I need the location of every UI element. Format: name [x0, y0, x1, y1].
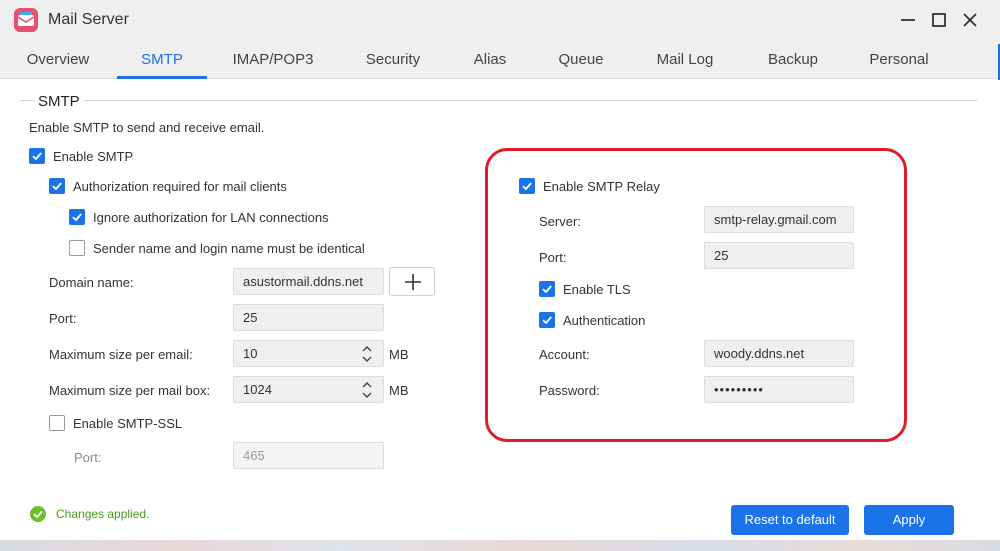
- tab-queue[interactable]: Queue: [548, 44, 614, 79]
- spinner-arrows-icon[interactable]: [361, 379, 373, 401]
- max-mailbox-input[interactable]: 1024: [233, 376, 384, 403]
- max-email-unit: MB: [389, 347, 409, 362]
- relay-account-input[interactable]: woody.ddns.net: [704, 340, 854, 367]
- enable-tls-checkbox[interactable]: [539, 281, 555, 297]
- enable-tls-label: Enable TLS: [563, 282, 631, 297]
- relay-server-label: Server:: [539, 214, 581, 229]
- auth-required-label: Authorization required for mail clients: [73, 179, 287, 194]
- status-message: Changes applied.: [56, 507, 150, 521]
- port-input[interactable]: 25: [233, 304, 384, 331]
- smtp-ssl-label: Enable SMTP-SSL: [73, 416, 183, 431]
- enable-smtp-label: Enable SMTP: [53, 149, 134, 164]
- relay-port-label: Port:: [539, 250, 567, 265]
- ignore-lan-checkbox[interactable]: [69, 209, 85, 225]
- apply-button[interactable]: Apply: [864, 505, 954, 535]
- domain-name-input[interactable]: asustormail.ddns.net: [233, 268, 384, 295]
- reset-to-default-button[interactable]: Reset to default: [731, 505, 849, 535]
- title-bar: Mail Server: [0, 0, 1000, 44]
- section-divider: [20, 100, 978, 101]
- sender-identical-checkbox[interactable]: [69, 240, 85, 256]
- smtp-ssl-checkbox[interactable]: [49, 415, 65, 431]
- tab-alias[interactable]: Alias: [460, 44, 520, 79]
- taskbar-strip: [0, 540, 1000, 551]
- max-email-label: Maximum size per email:: [49, 347, 193, 362]
- tab-imap-pop3[interactable]: IMAP/POP3: [222, 44, 324, 79]
- spinner-arrows-icon[interactable]: [361, 343, 373, 365]
- check-circle-icon: [30, 506, 46, 522]
- enable-relay-label: Enable SMTP Relay: [543, 179, 660, 194]
- enable-smtp-checkbox[interactable]: [29, 148, 45, 164]
- authentication-checkbox[interactable]: [539, 312, 555, 328]
- tab-personal[interactable]: Personal: [858, 44, 940, 79]
- authentication-label: Authentication: [563, 313, 646, 328]
- max-mailbox-value: 1024: [243, 382, 272, 397]
- relay-port-input[interactable]: 25: [704, 242, 854, 269]
- max-email-value: 10: [243, 346, 258, 361]
- ssl-port-input[interactable]: 465: [233, 442, 384, 469]
- auth-required-checkbox[interactable]: [49, 178, 65, 194]
- max-mailbox-unit: MB: [389, 383, 409, 398]
- ignore-lan-label: Ignore authorization for LAN connections: [93, 210, 329, 225]
- relay-password-label: Password:: [539, 383, 600, 398]
- plus-icon: [405, 274, 421, 290]
- maximize-icon[interactable]: [928, 9, 950, 31]
- tab-smtp[interactable]: SMTP: [117, 44, 207, 79]
- sender-identical-label: Sender name and login name must be ident…: [93, 241, 365, 256]
- ssl-port-label: Port:: [74, 450, 102, 465]
- enable-relay-checkbox[interactable]: [519, 178, 535, 194]
- window-title: Mail Server: [48, 11, 129, 28]
- relay-password-input[interactable]: •••••••••: [704, 376, 854, 403]
- tab-overview[interactable]: Overview: [14, 44, 102, 79]
- relay-account-label: Account:: [539, 347, 590, 362]
- relay-server-input[interactable]: smtp-relay.gmail.com: [704, 206, 854, 233]
- domain-name-label: Domain name:: [49, 275, 134, 290]
- max-mailbox-label: Maximum size per mail box:: [49, 383, 211, 398]
- smtp-description: Enable SMTP to send and receive email.: [29, 120, 265, 135]
- tab-bar: Overview SMTP IMAP/POP3 Security Alias Q…: [0, 44, 1000, 79]
- max-email-input[interactable]: 10: [233, 340, 384, 367]
- port-label: Port:: [49, 311, 77, 326]
- tab-mail-log[interactable]: Mail Log: [642, 44, 728, 79]
- minimize-icon[interactable]: [897, 9, 919, 31]
- tab-backup[interactable]: Backup: [758, 44, 828, 79]
- close-icon[interactable]: [959, 9, 981, 31]
- tab-security[interactable]: Security: [352, 44, 434, 79]
- mail-server-icon: [14, 8, 38, 32]
- add-domain-button[interactable]: [389, 267, 435, 296]
- section-title: SMTP: [34, 93, 84, 110]
